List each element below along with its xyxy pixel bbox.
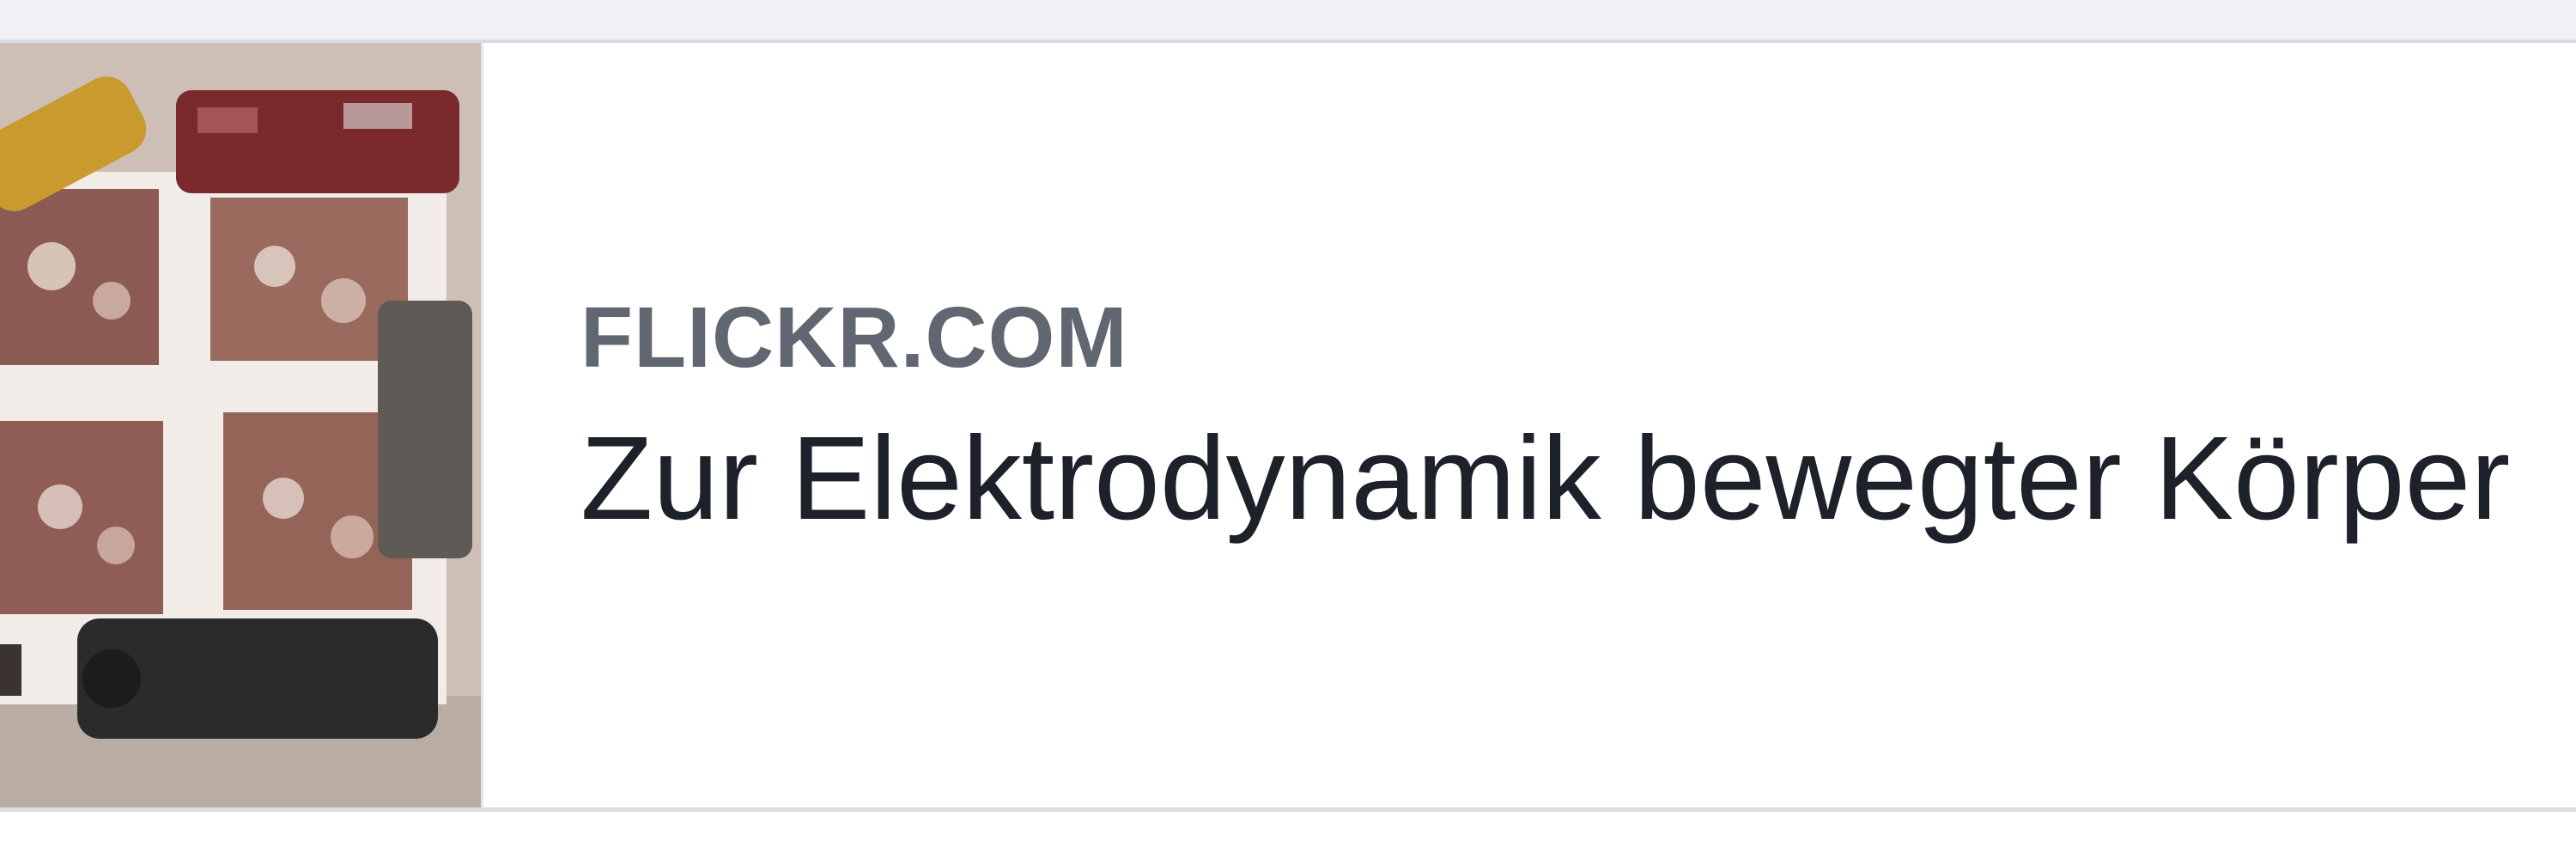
- link-preview-card[interactable]: FLICKR.COM Zur Elektrodynamik bewegter K…: [0, 43, 2576, 812]
- feed-top-strip: [0, 0, 2576, 43]
- link-title[interactable]: Zur Elektrodynamik bewegter Körper: [580, 414, 2576, 543]
- link-thumbnail-image[interactable]: [0, 43, 483, 807]
- thumbnail-photo-icon: [0, 43, 481, 807]
- link-text-block: FLICKR.COM Zur Elektrodynamik bewegter K…: [580, 290, 2576, 543]
- link-domain: FLICKR.COM: [580, 289, 1128, 386]
